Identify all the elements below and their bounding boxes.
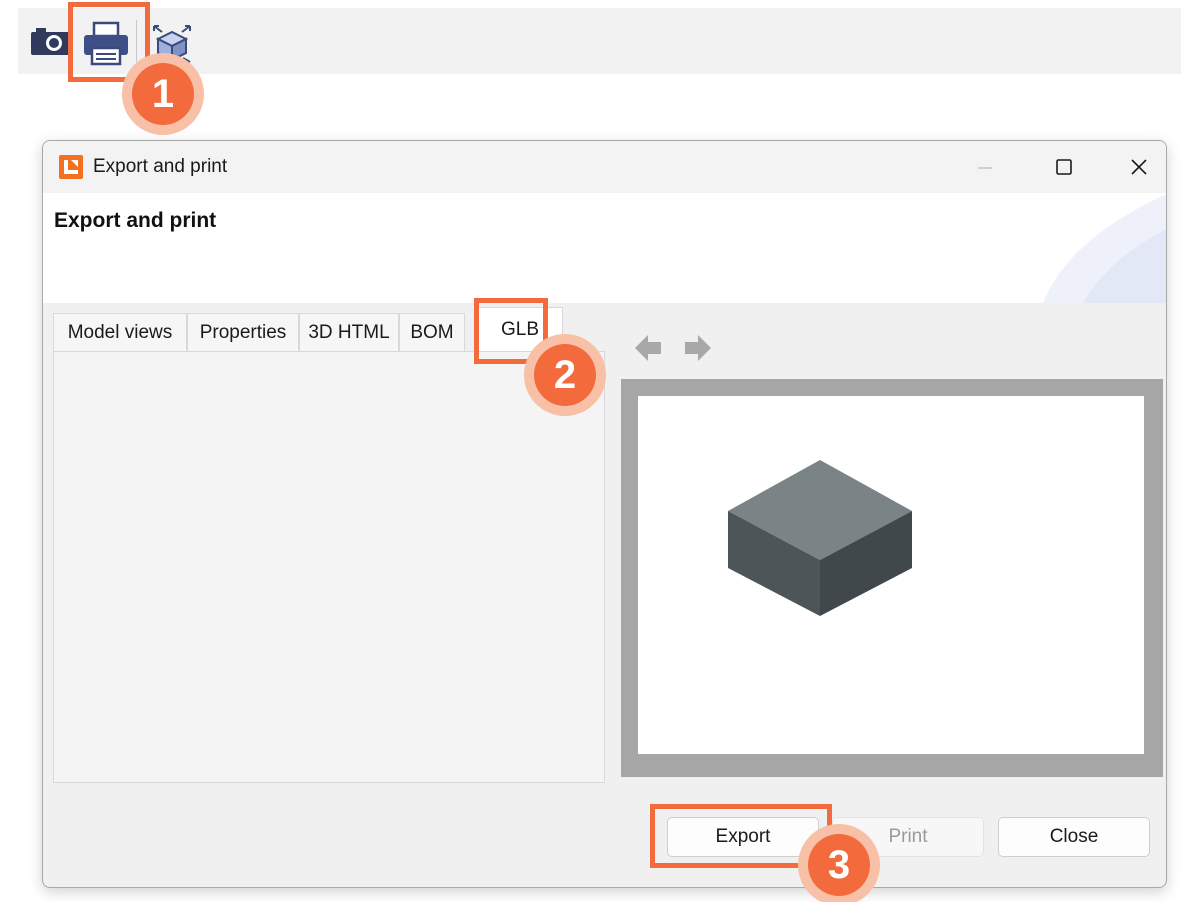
callout-step-2: 2 xyxy=(524,334,606,416)
callout-step-3: 3 xyxy=(798,824,880,902)
model-preview[interactable] xyxy=(638,396,1144,754)
callout-step-1: 1 xyxy=(122,53,204,135)
header-decoration xyxy=(1043,194,1166,303)
minimize-icon[interactable] xyxy=(965,151,1005,183)
dialog-header: Export and print xyxy=(43,193,1166,303)
maximize-icon[interactable] xyxy=(1043,151,1083,183)
export-print-dialog: Export and print Export and print Model … xyxy=(42,140,1167,888)
callout-number-3: 3 xyxy=(808,834,870,896)
close-button[interactable]: Close xyxy=(998,817,1150,857)
close-icon[interactable] xyxy=(1119,151,1159,183)
callout-number-1: 1 xyxy=(132,63,194,125)
tab-3d-html[interactable]: 3D HTML xyxy=(299,313,399,351)
arrow-left-icon[interactable] xyxy=(633,331,663,365)
3d-model-cube xyxy=(728,460,912,616)
header-title: Export and print xyxy=(54,209,217,232)
tab-bom[interactable]: BOM xyxy=(399,313,465,351)
window-titlebar: Export and print xyxy=(43,141,1166,193)
tab-content-panel xyxy=(53,351,605,783)
top-toolbar xyxy=(18,8,1181,74)
tab-model-views[interactable]: Model views xyxy=(53,313,187,351)
window-title: Export and print xyxy=(93,156,228,177)
screenshot-stage: Export and print Export and print Model … xyxy=(0,0,1181,902)
preview-frame xyxy=(621,379,1163,777)
tab-properties[interactable]: Properties xyxy=(187,313,299,351)
camera-icon[interactable] xyxy=(30,26,72,56)
callout-number-2: 2 xyxy=(534,344,596,406)
arrow-right-icon[interactable] xyxy=(683,331,713,365)
app-logo-icon xyxy=(59,155,83,179)
